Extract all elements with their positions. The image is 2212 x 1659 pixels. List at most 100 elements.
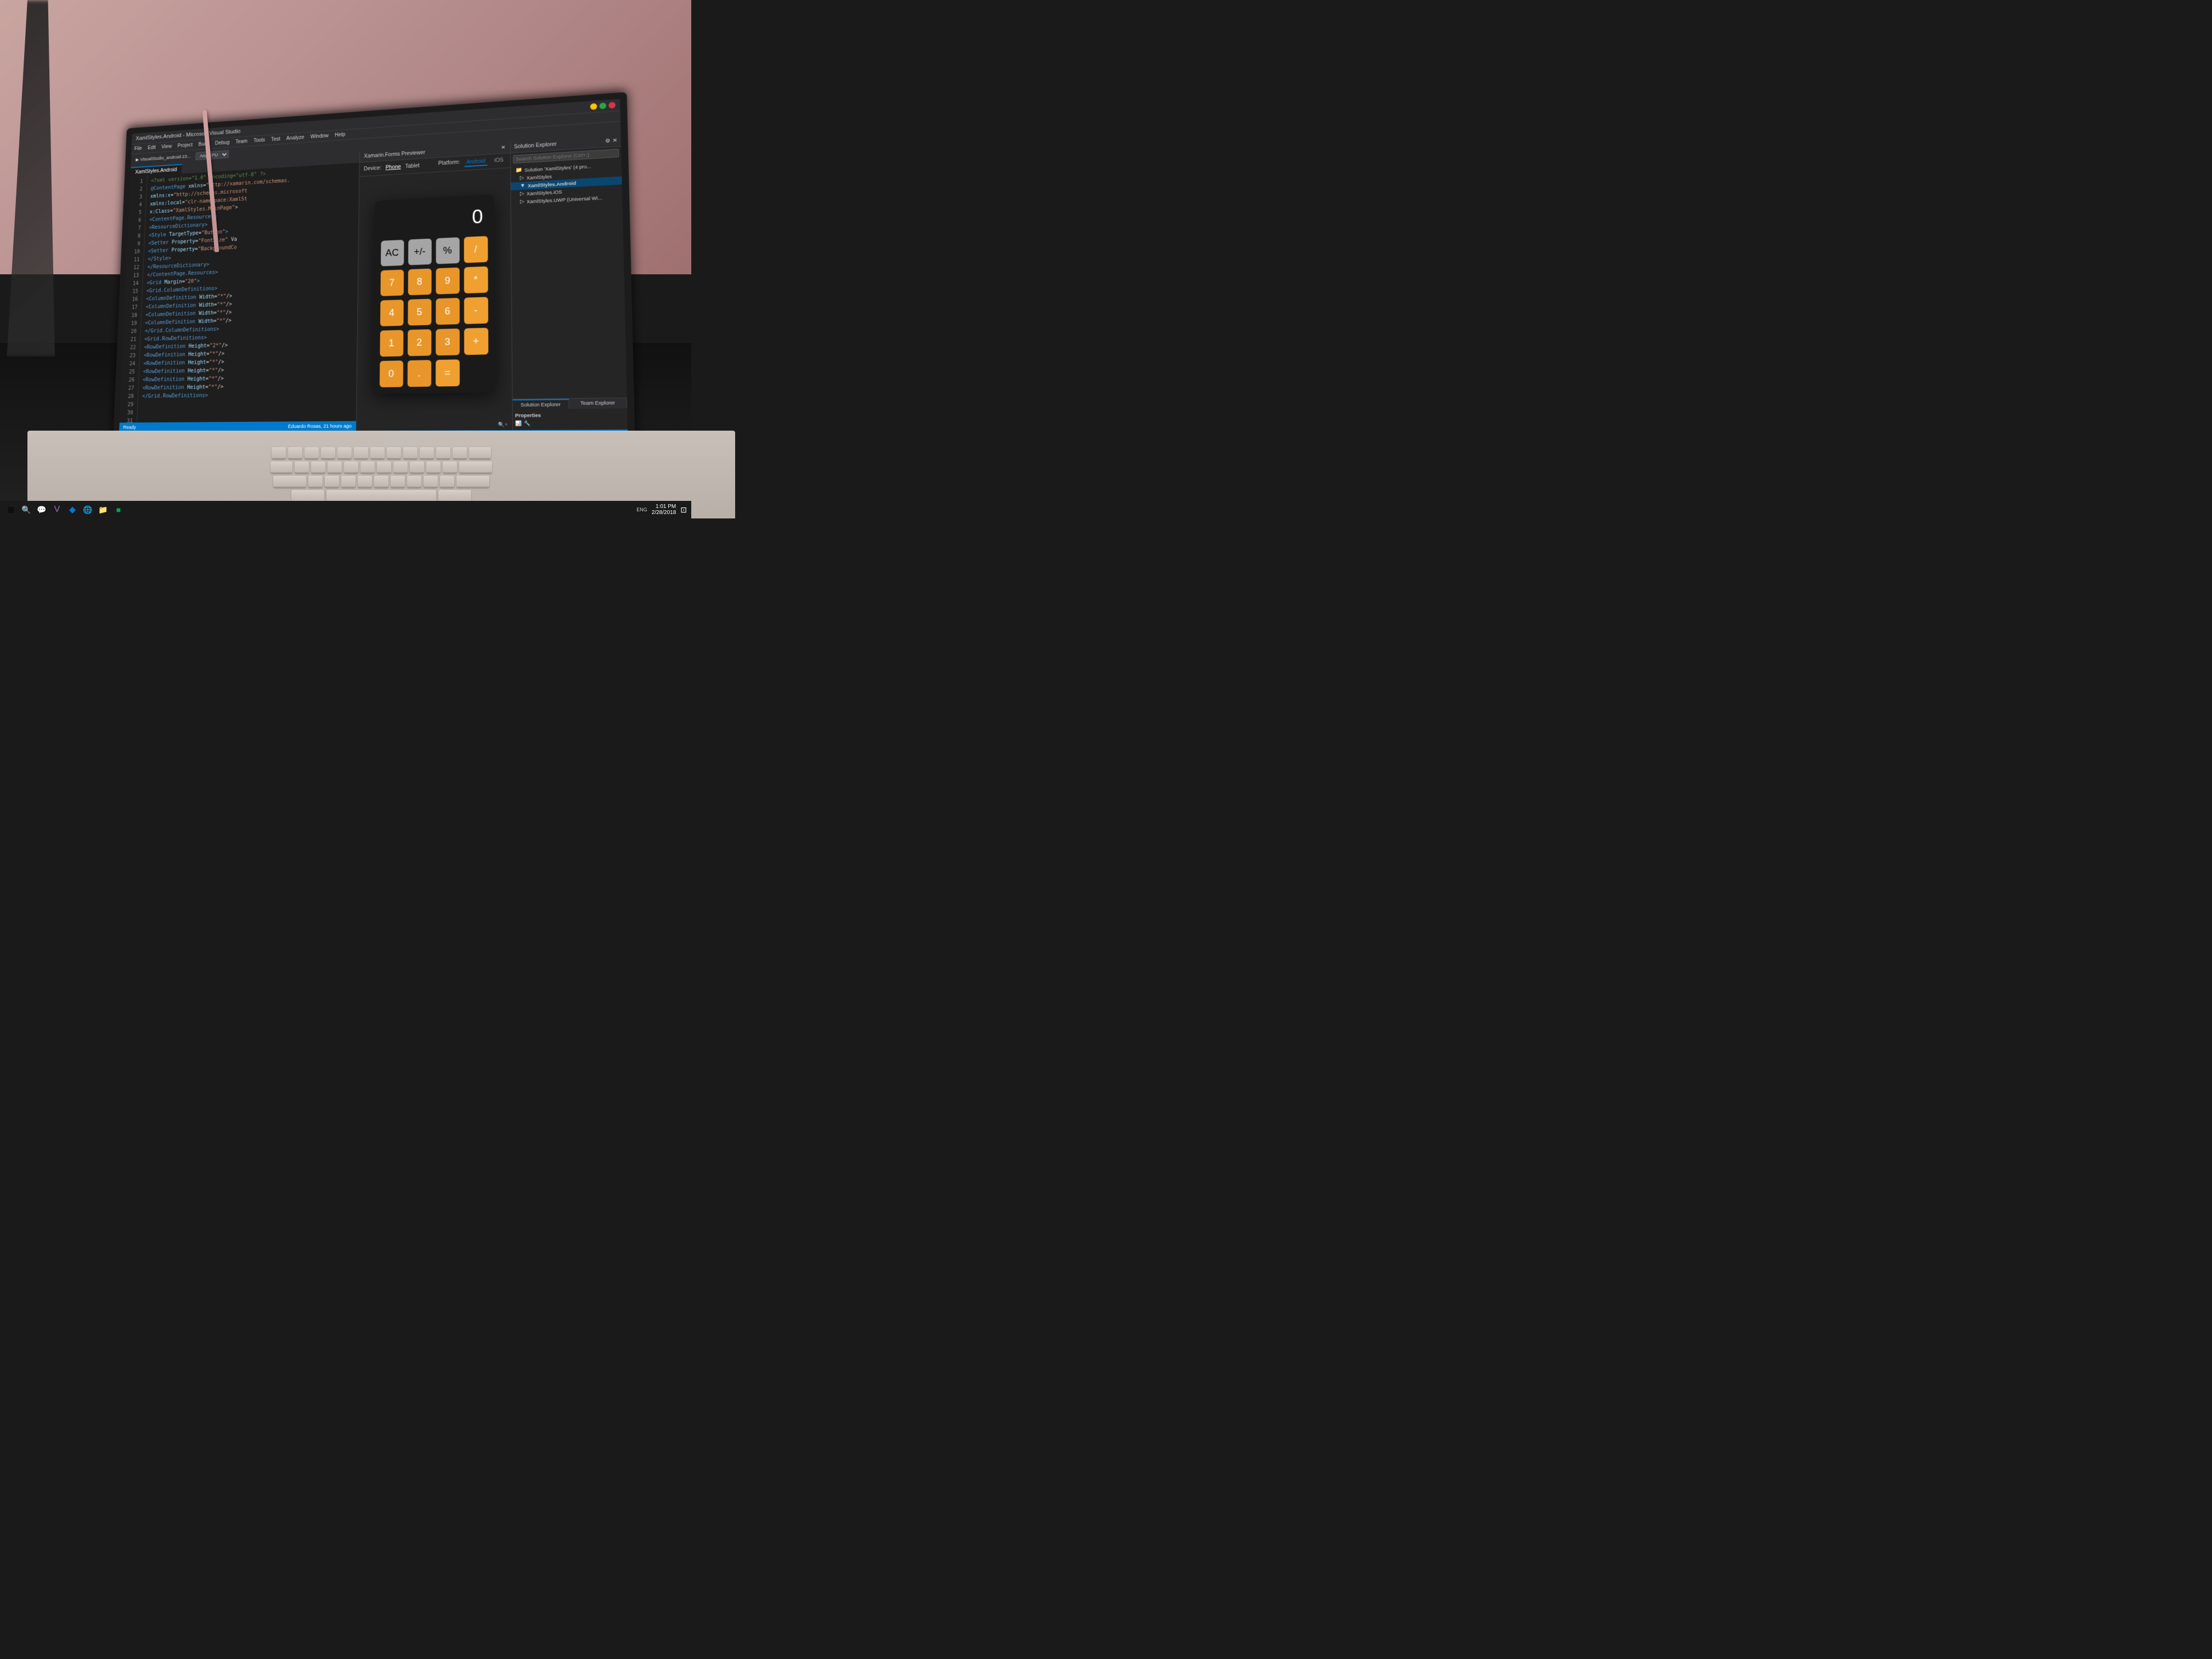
preview-close-icon[interactable]: ✕ bbox=[501, 145, 506, 151]
key[interactable] bbox=[370, 447, 385, 459]
key[interactable] bbox=[426, 461, 441, 473]
start-button-taskbar[interactable]: ⊞ bbox=[4, 503, 18, 516]
calc-btn-1[interactable]: 1 bbox=[380, 330, 403, 357]
minimize-button[interactable] bbox=[590, 103, 597, 110]
code-text[interactable]: <?xml version="1.0" encoding="utf-8" ?> … bbox=[137, 163, 359, 423]
key[interactable] bbox=[410, 461, 424, 473]
calc-btn-dot[interactable]: . bbox=[407, 360, 431, 387]
key[interactable] bbox=[337, 447, 352, 459]
menu-analyze[interactable]: Analyze bbox=[286, 135, 304, 142]
search-icon-taskbar[interactable]: 🔍 bbox=[20, 503, 33, 516]
platform-android[interactable]: Android bbox=[464, 158, 488, 167]
calc-btn-equals[interactable]: = bbox=[436, 359, 460, 386]
tablet-option[interactable]: Tablet bbox=[405, 163, 420, 170]
solution-explorer-close-icon[interactable]: ✕ bbox=[612, 138, 617, 144]
calc-btn-8[interactable]: 8 bbox=[408, 268, 431, 295]
calc-btn-multiply[interactable]: * bbox=[464, 266, 488, 293]
key[interactable] bbox=[304, 447, 319, 459]
cpu-selector[interactable]: Any CPU bbox=[195, 150, 229, 160]
key[interactable] bbox=[377, 461, 391, 473]
calc-btn-percent[interactable]: % bbox=[436, 238, 459, 264]
key-shift-right[interactable] bbox=[438, 490, 471, 502]
key[interactable] bbox=[436, 447, 450, 459]
key[interactable] bbox=[459, 461, 492, 473]
ie-icon[interactable]: 🌐 bbox=[81, 503, 94, 516]
platform-ios[interactable]: iOS bbox=[492, 157, 506, 166]
key[interactable] bbox=[360, 461, 375, 473]
explorer-icon[interactable]: 📁 bbox=[97, 503, 110, 516]
menu-window[interactable]: Window bbox=[311, 133, 329, 140]
menu-test[interactable]: Test bbox=[271, 137, 280, 143]
tab-team-explorer[interactable]: Team Explorer bbox=[569, 398, 627, 409]
key[interactable] bbox=[288, 447, 302, 459]
key-caps[interactable] bbox=[273, 476, 306, 488]
code-editor-panel: XamlStyles.Android 1234 5678 9101112 131… bbox=[119, 151, 359, 432]
calc-btn-2[interactable]: 2 bbox=[408, 329, 431, 356]
calc-btn-0[interactable]: 0 bbox=[379, 360, 403, 387]
menu-help[interactable]: Help bbox=[335, 132, 345, 138]
keyboard-row-1 bbox=[272, 447, 491, 459]
solution-explorer-settings-icon[interactable]: ⚙ bbox=[605, 138, 611, 144]
calc-btn-minus[interactable]: - bbox=[464, 297, 488, 324]
key-enter[interactable] bbox=[456, 476, 489, 488]
key[interactable] bbox=[387, 447, 401, 459]
key[interactable] bbox=[469, 447, 491, 459]
key[interactable] bbox=[374, 476, 388, 488]
menu-debug[interactable]: Debug bbox=[215, 140, 230, 146]
close-button[interactable] bbox=[608, 102, 616, 109]
calc-btn-3[interactable]: 3 bbox=[436, 329, 460, 356]
key[interactable] bbox=[295, 461, 309, 473]
calc-btn-9[interactable]: 9 bbox=[436, 267, 459, 294]
key[interactable] bbox=[341, 476, 356, 488]
key[interactable] bbox=[272, 447, 286, 459]
key-shift-left[interactable] bbox=[291, 490, 324, 502]
menu-team[interactable]: Team bbox=[235, 139, 247, 145]
menu-project[interactable]: Project bbox=[177, 143, 193, 149]
key[interactable] bbox=[311, 461, 325, 473]
key[interactable] bbox=[391, 476, 405, 488]
calc-btn-divide[interactable]: / bbox=[464, 236, 488, 263]
key[interactable] bbox=[344, 461, 358, 473]
key[interactable] bbox=[308, 476, 323, 488]
maximize-button[interactable] bbox=[599, 103, 606, 109]
key[interactable] bbox=[358, 476, 372, 488]
key[interactable] bbox=[453, 447, 467, 459]
code-editor-area[interactable]: 1234 5678 9101112 13141516 17181920 2122… bbox=[120, 163, 359, 423]
key[interactable] bbox=[393, 461, 408, 473]
key[interactable] bbox=[328, 461, 342, 473]
key-space[interactable] bbox=[326, 490, 436, 502]
tab-solution-explorer[interactable]: Solution Explorer bbox=[512, 399, 569, 409]
key[interactable] bbox=[443, 461, 457, 473]
task-view-icon[interactable]: 💬 bbox=[35, 503, 48, 516]
key[interactable] bbox=[270, 461, 292, 473]
calc-btn-4[interactable]: 4 bbox=[380, 300, 404, 326]
vs-taskbar-icon[interactable]: V bbox=[50, 503, 64, 516]
key[interactable] bbox=[440, 476, 454, 488]
start-button[interactable]: ▶ VisualStudio_android-23... bbox=[134, 153, 193, 163]
key[interactable] bbox=[403, 447, 417, 459]
properties-sort-icon[interactable]: 📊 bbox=[515, 420, 522, 426]
green-icon[interactable]: ■ bbox=[112, 503, 125, 516]
zoom-in-icon[interactable]: 🔍+ bbox=[498, 422, 507, 428]
phone-option[interactable]: Phone bbox=[386, 164, 401, 171]
key[interactable] bbox=[424, 476, 438, 488]
key[interactable] bbox=[407, 476, 421, 488]
menu-tools[interactable]: Tools bbox=[253, 138, 265, 144]
key[interactable] bbox=[325, 476, 339, 488]
properties-filter-icon[interactable]: 🔧 bbox=[524, 420, 531, 426]
window-controls bbox=[590, 102, 616, 110]
calc-btn-5[interactable]: 5 bbox=[408, 299, 431, 326]
menu-edit[interactable]: Edit bbox=[148, 145, 156, 151]
calc-btn-plus[interactable]: + bbox=[464, 328, 488, 355]
calc-btn-ac[interactable]: AC bbox=[381, 240, 404, 266]
menu-view[interactable]: View bbox=[161, 144, 172, 150]
calc-btn-6[interactable]: 6 bbox=[436, 298, 459, 325]
menu-file[interactable]: File bbox=[134, 146, 142, 152]
calc-btn-plusminus[interactable]: +/- bbox=[408, 239, 432, 266]
key[interactable] bbox=[420, 447, 434, 459]
calc-btn-7[interactable]: 7 bbox=[380, 269, 404, 296]
key[interactable] bbox=[321, 447, 335, 459]
show-desktop-icon[interactable]: ⊡ bbox=[680, 505, 687, 515]
vs-blue-icon[interactable]: ◆ bbox=[66, 503, 79, 516]
key[interactable] bbox=[354, 447, 368, 459]
